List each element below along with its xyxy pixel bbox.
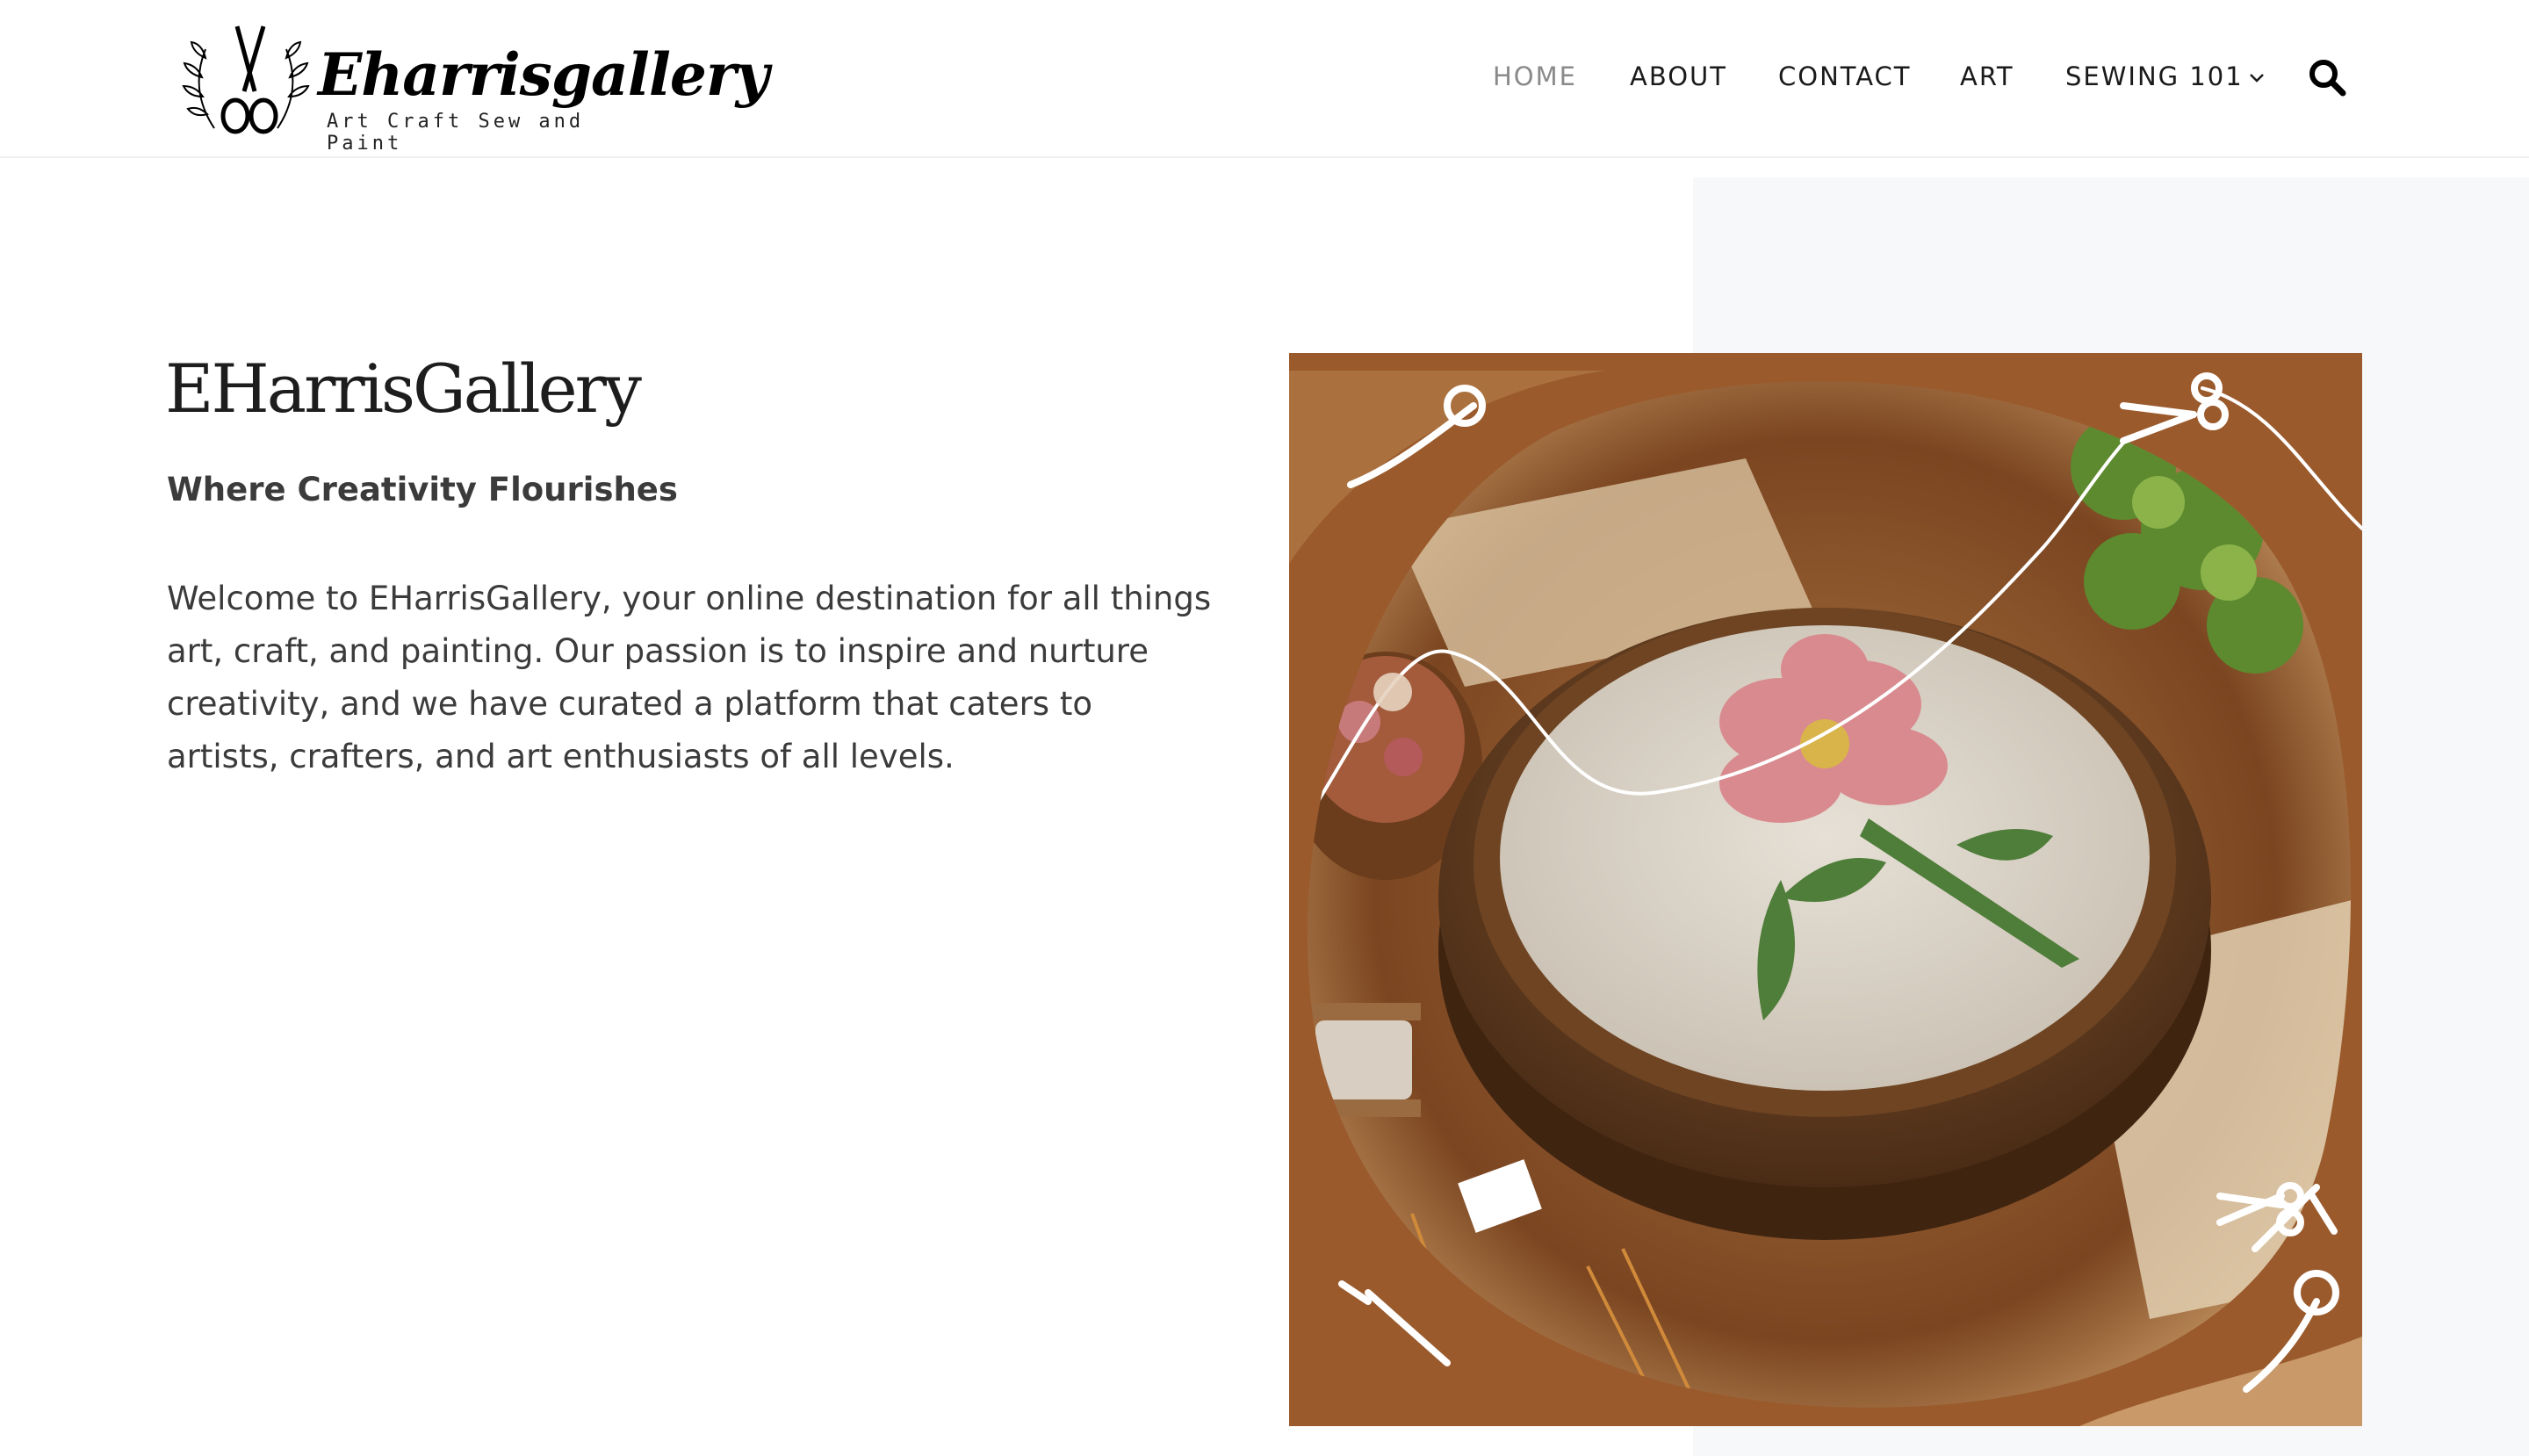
nav-item-about[interactable]: ABOUT	[1630, 61, 1727, 91]
site-tagline: Art Craft Sew and Paint	[327, 111, 585, 155]
hero-description: Welcome to EHarrisGallery, your online d…	[167, 580, 1212, 775]
site-header: Eharrisgallery Art Craft Sew and Paint H…	[0, 0, 2529, 158]
nav-item-sewing-101-label: SEWING 101	[2065, 61, 2244, 91]
search-icon[interactable]	[2308, 58, 2346, 97]
hero-subtitle: Where Creativity Flourishes	[167, 471, 678, 508]
main-nav: HOME ABOUT CONTACT ART SEWING 101	[0, 61, 2529, 97]
chevron-down-icon	[2249, 74, 2264, 83]
nav-item-art[interactable]: ART	[1960, 61, 2014, 91]
nav-item-sewing-101[interactable]: SEWING 101	[2065, 61, 2265, 91]
nav-item-home[interactable]: HOME	[1493, 61, 1577, 91]
nav-item-contact[interactable]: CONTACT	[1778, 61, 1912, 91]
hero-title: EHarrisGallery	[165, 350, 642, 428]
embroidery-hoop-image	[1289, 353, 2362, 1426]
